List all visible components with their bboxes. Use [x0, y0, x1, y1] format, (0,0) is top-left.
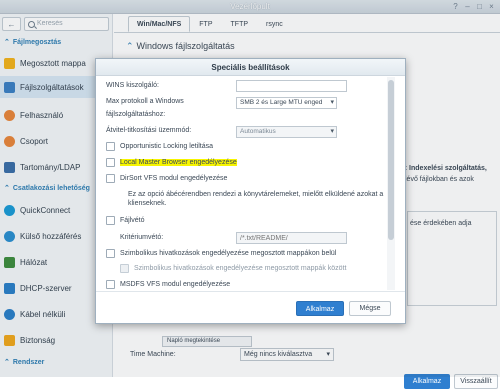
bg-info-panel: ése érdekében adja [407, 211, 497, 306]
dialog-footer: Alkalmaz Mégse [96, 291, 405, 323]
sidebar-item-label: Csoport [20, 136, 49, 146]
tab-divider [114, 32, 500, 33]
sidebar-item-label: Biztonság [20, 335, 56, 345]
folder-icon [4, 57, 15, 69]
dialog-scrollbar[interactable] [387, 77, 395, 290]
file-services-icon [4, 81, 15, 93]
veto-criteria-label: Kritériumvétó: [120, 234, 164, 241]
dialog-body: WINS kiszolgáló: Max protokoll a Windows… [96, 76, 405, 291]
dirsort-vfs-checkbox[interactable] [106, 174, 115, 183]
help-icon[interactable]: ? [451, 2, 460, 11]
tab-tftp[interactable]: TFTP [222, 16, 258, 32]
opportunistic-locking-label: Opportunistic Locking letiltása [120, 143, 213, 150]
local-master-browser-label: Local Master Browser engedélyezése [120, 159, 237, 166]
sidebar-item-security[interactable]: Biztonság [0, 329, 112, 351]
tab-ftp[interactable]: FTP [190, 16, 221, 32]
external-access-icon [4, 230, 15, 242]
dirsort-vfs-label: DirSort VFS modul engedélyezése [120, 175, 228, 182]
msdfs-vfs-checkbox[interactable] [106, 280, 115, 289]
window-title: Vezérlőpult [230, 2, 270, 11]
max-protocol-label-line1: Max protokoll a Windows [106, 98, 184, 105]
back-button[interactable]: ← [2, 17, 21, 31]
symlink-within-checkbox[interactable] [106, 249, 115, 258]
tab-rsync[interactable]: rsync [257, 16, 292, 32]
window-controls: ? – □ × [451, 2, 496, 11]
symlink-across-label: Szimbolikus hivatkozások engedélyezése m… [134, 265, 347, 272]
close-icon[interactable]: × [487, 2, 496, 11]
sidebar-item-label: Külső hozzáférés [20, 231, 82, 241]
search-icon [28, 21, 35, 28]
dialog-header: Speciális beállítások [96, 59, 405, 76]
veto-files-checkbox[interactable] [106, 216, 115, 225]
domain-icon [4, 161, 15, 173]
sidebar-item-label: Kábel nélküli [20, 309, 66, 319]
minimize-icon[interactable]: – [463, 2, 472, 11]
shield-icon [4, 334, 15, 346]
section-file-sharing[interactable]: Fájlmegosztás [4, 38, 61, 46]
tab-win-mac-nfs[interactable]: Win/Mac/NFS [128, 16, 191, 32]
time-machine-label: Time Machine: [130, 351, 176, 358]
dialog-cancel-button[interactable]: Mégse [349, 301, 391, 316]
wins-server-input[interactable] [236, 80, 347, 92]
dialog-title: Speciális beállítások [211, 63, 290, 72]
search-box[interactable] [24, 17, 109, 31]
scrollbar-thumb[interactable] [388, 80, 394, 240]
opportunistic-locking-checkbox[interactable] [106, 142, 115, 151]
bg-text-purpose: ése érdekében adja [410, 220, 472, 227]
wireless-icon [4, 308, 15, 320]
quickconnect-icon [4, 204, 15, 216]
sidebar-item-label: Fájlszolgáltatások [20, 82, 84, 92]
time-machine-select[interactable]: Még nincs kiválasztva [240, 348, 334, 361]
dhcp-icon [4, 282, 15, 294]
user-icon [4, 109, 15, 121]
section-title[interactable]: Windows fájlszolgáltatás [126, 41, 235, 52]
window-titlebar: Vezérlőpult ? – □ × [0, 0, 500, 14]
sidebar-item-label: Hálózat [20, 257, 48, 267]
sidebar-item-label: Felhasználó [20, 110, 64, 120]
tab-bar: Win/Mac/NFS FTP TFTP rsync [128, 16, 292, 32]
reset-button[interactable]: Visszaállít [454, 374, 498, 389]
arrow-left-icon: ← [7, 20, 16, 29]
local-master-browser-checkbox[interactable] [106, 158, 115, 167]
network-icon [4, 256, 15, 268]
search-row: ← [0, 16, 113, 33]
transport-encryption-label: Átvitel-titkosítási üzemmód: [106, 127, 192, 134]
view-log-button[interactable]: Napló megtekintése [162, 336, 252, 347]
sidebar-item-label: DHCP-szerver [20, 283, 72, 293]
max-protocol-label-line2: fájlszolgáltatáshoz: [106, 111, 166, 118]
advanced-settings-dialog: Speciális beállítások WINS kiszolgáló: M… [95, 58, 406, 324]
sidebar-item-label: QuickConnect [20, 205, 71, 215]
wins-server-label: WINS kiszolgáló: [106, 82, 159, 89]
sidebar-item-label: Megosztott mappa [20, 58, 86, 68]
sidebar-item-label: Tartomány/LDAP [20, 162, 81, 172]
section-system[interactable]: Rendszer [4, 358, 45, 366]
symlink-across-checkbox[interactable] [120, 264, 129, 273]
bg-text-files: lévő fájlokban és azok [405, 176, 474, 183]
symlink-within-label: Szimbolikus hivatkozások engedélyezése m… [120, 250, 337, 257]
dialog-apply-button[interactable]: Alkalmaz [296, 301, 344, 316]
apply-button[interactable]: Alkalmaz [404, 374, 450, 389]
search-input[interactable] [37, 20, 107, 27]
section-connectivity[interactable]: Csatlakozási lehetőség [4, 184, 90, 192]
dirsort-description: Ez az opció ábécérendben rendezi a könyv… [128, 191, 384, 207]
max-protocol-select[interactable]: SMB 2 és Large MTU enged [236, 97, 337, 109]
msdfs-vfs-label: MSDFS VFS modul engedélyezése [120, 281, 231, 288]
veto-criteria-input[interactable] [236, 232, 347, 244]
veto-files-label: Fájlvétó [120, 217, 145, 224]
bg-text-indexing: ás: Indexelési szolgáltatás, [397, 165, 487, 172]
maximize-icon[interactable]: □ [475, 2, 484, 11]
transport-encryption-select[interactable]: Automatikus [236, 126, 337, 138]
group-icon [4, 135, 15, 147]
